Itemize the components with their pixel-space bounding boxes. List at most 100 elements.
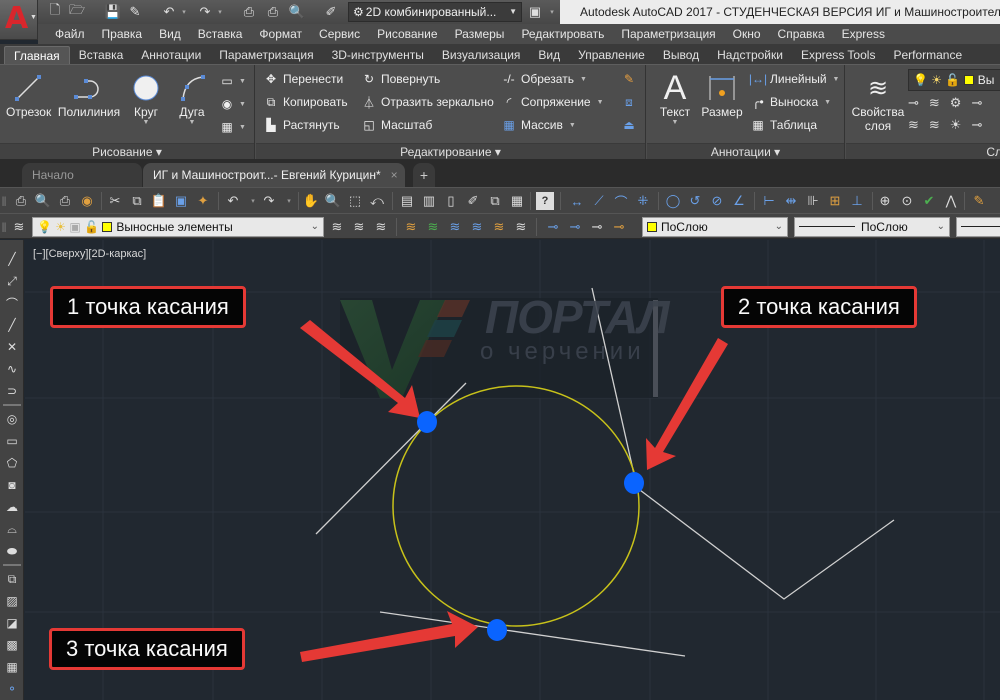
spline-icon[interactable]: ∿	[3, 360, 21, 378]
linear-dim-icon[interactable]: ↔	[568, 192, 586, 210]
offset-tool[interactable]: ⏏	[620, 115, 641, 135]
tab-view[interactable]: Вид	[529, 46, 569, 64]
layer-combo[interactable]: 💡 ☀ ▣ 🔓 Выносные элементы ⌄	[32, 217, 324, 237]
pan-icon[interactable]: ✋	[302, 192, 320, 210]
center-mark-icon[interactable]: ⊙	[898, 192, 916, 210]
panel-draw-title[interactable]: Рисование ▾	[0, 143, 254, 160]
sheet-set-icon[interactable]: ✐	[464, 192, 482, 210]
menu-view[interactable]: Вид	[142, 27, 181, 41]
layer-tools-row-2[interactable]: ≋≋☀⊸	[908, 117, 1000, 133]
hatch-icon[interactable]: ▨	[3, 592, 21, 610]
polyline-icon[interactable]: ⌒	[3, 294, 21, 312]
file-tab-start[interactable]: Начало	[22, 163, 142, 187]
inspect-icon[interactable]: ✔	[920, 192, 938, 210]
construction-line-icon[interactable]: ⤢	[3, 272, 21, 290]
tab-visualize[interactable]: Визуализация	[433, 46, 530, 64]
undo-dropdown-icon[interactable]: ▾	[180, 3, 188, 21]
polygon-icon[interactable]: ⬠	[3, 454, 21, 472]
mirror-tool[interactable]: ⏃ Отразить зеркально	[360, 92, 494, 112]
table-icon[interactable]: ▦	[3, 658, 21, 676]
menu-help[interactable]: Справка	[761, 27, 825, 41]
3d-dwf-icon[interactable]: ◉	[78, 192, 96, 210]
diameter-dim-icon[interactable]: ⊘	[708, 192, 726, 210]
chevron-down-icon[interactable]: ▼	[655, 119, 695, 126]
file-tab-document[interactable]: ИГ и Машиностроит...- Евгений Курицин* ×	[143, 163, 405, 187]
undo-icon[interactable]: ↶	[160, 3, 178, 21]
redo-dropdown-icon[interactable]: ▾	[216, 3, 224, 21]
tab-addins[interactable]: Надстройки	[708, 46, 792, 64]
jogged-dim-icon[interactable]: ↺	[686, 192, 704, 210]
tab-annotate[interactable]: Аннотации	[132, 46, 210, 64]
tab-3d-tools[interactable]: 3D-инструменты	[323, 46, 433, 64]
fillet-tool[interactable]: ◜ Сопряжение ▼	[500, 92, 604, 112]
leader-tool[interactable]: ╭• Выноска ▼	[749, 92, 831, 112]
tool-palettes-icon[interactable]: ▯	[442, 192, 460, 210]
make-current-layer-icon[interactable]: ≋	[328, 218, 346, 236]
array-tool[interactable]: ▦ Массив ▼	[500, 115, 576, 135]
toolbar-grip[interactable]: ‖	[1, 218, 6, 236]
region-icon[interactable]: ◙	[3, 476, 21, 494]
text-tool[interactable]: A Текст ▼	[655, 69, 695, 127]
dimension-tool[interactable]: Размер	[699, 71, 745, 119]
save-icon[interactable]: 💾	[104, 3, 122, 21]
linetype-combo[interactable]: ПоСлою ⌄	[794, 217, 950, 237]
layer-lock-icon[interactable]: ⊸	[588, 218, 606, 236]
plot-icon[interactable]: ⎙	[12, 192, 30, 210]
angular-dim-icon[interactable]: ∠	[730, 192, 748, 210]
line-icon[interactable]: ╱	[3, 250, 21, 268]
tab-insert[interactable]: Вставка	[70, 46, 133, 64]
scale-tool[interactable]: ◱ Масштаб	[360, 115, 432, 135]
redo-icon[interactable]: ↷	[196, 3, 214, 21]
make-block-icon[interactable]: ◪	[3, 614, 21, 632]
undo-icon[interactable]: ↶	[224, 192, 242, 210]
viewport-controls-label[interactable]: [−][Сверху][2D-каркас]	[33, 248, 146, 260]
tab-parametric[interactable]: Параметризация	[210, 46, 322, 64]
menu-draw[interactable]: Рисование	[360, 27, 437, 41]
layer-unisolate-icon[interactable]: ≋	[468, 218, 486, 236]
zoom-previous-icon[interactable]: ⤺	[368, 192, 386, 210]
layer-properties-icon[interactable]: ≋	[10, 218, 28, 236]
menu-format[interactable]: Формат	[242, 27, 302, 41]
workspace-selector[interactable]: ⚙ 2D комбинированный... ▼	[348, 2, 522, 22]
layer-previous-icon[interactable]: ≋	[350, 218, 368, 236]
design-center-icon[interactable]: ▥	[420, 192, 438, 210]
stretch-tool[interactable]: ▙ Растянуть	[262, 115, 339, 135]
jogged-linear-icon[interactable]: ⋀	[942, 192, 960, 210]
publish-icon[interactable]: ⎙	[56, 192, 74, 210]
boundary-tool[interactable]: ▦ ▼	[218, 117, 246, 137]
layer-isolate-icon[interactable]: ≋	[446, 218, 464, 236]
layer-merge-icon[interactable]: ≋	[512, 218, 530, 236]
block-icon[interactable]: ▣	[172, 192, 190, 210]
cloud-icon[interactable]: ☁	[3, 498, 21, 516]
plot-preview-icon[interactable]: 🔍	[288, 3, 306, 21]
menu-tools[interactable]: Сервис	[302, 27, 360, 41]
layer-tools-row-1[interactable]: ⊸≋⚙⊸	[908, 95, 1000, 111]
chevron-down-icon[interactable]: ▼	[126, 119, 166, 126]
insert-block-icon[interactable]: ⧉	[3, 570, 21, 588]
copy-icon[interactable]: ⧉	[128, 192, 146, 210]
matchprop-icon[interactable]: ✐	[322, 3, 340, 21]
table-tool[interactable]: ▦ Таблица	[749, 115, 817, 135]
tab-performance[interactable]: Performance	[884, 46, 971, 64]
dim-edit-icon[interactable]: ✎	[970, 192, 988, 210]
tab-output[interactable]: Вывод	[654, 46, 708, 64]
plot-icon[interactable]: ⎙	[240, 3, 258, 21]
menu-insert[interactable]: Вставка	[181, 27, 243, 41]
revcloud-icon[interactable]: ⊃	[3, 382, 21, 400]
open-icon[interactable]: 🗁	[68, 2, 86, 21]
color-combo[interactable]: ПоСлою ⌄	[642, 217, 788, 237]
tab-express-tools[interactable]: Express Tools	[792, 46, 884, 64]
baseline-dim-icon[interactable]: ⇹	[782, 192, 800, 210]
new-icon[interactable]: 🗋	[46, 2, 64, 21]
markup-icon[interactable]: ⧉	[486, 192, 504, 210]
layer-match-icon[interactable]: ≋	[402, 218, 420, 236]
menu-window[interactable]: Окно	[716, 27, 761, 41]
batch-plot-icon[interactable]: ⎙	[264, 3, 282, 21]
redo-dropdown-icon[interactable]: ▾	[280, 192, 298, 210]
panel-layers-title[interactable]: Сл	[846, 143, 1000, 160]
menu-express[interactable]: Express	[825, 27, 885, 41]
ordinate-icon[interactable]: ⁜	[634, 192, 652, 210]
layer-unlock-icon[interactable]: ⊸	[610, 218, 628, 236]
toolbar-grip[interactable]: ‖	[1, 192, 6, 210]
calculator-icon[interactable]: ▦	[508, 192, 526, 210]
